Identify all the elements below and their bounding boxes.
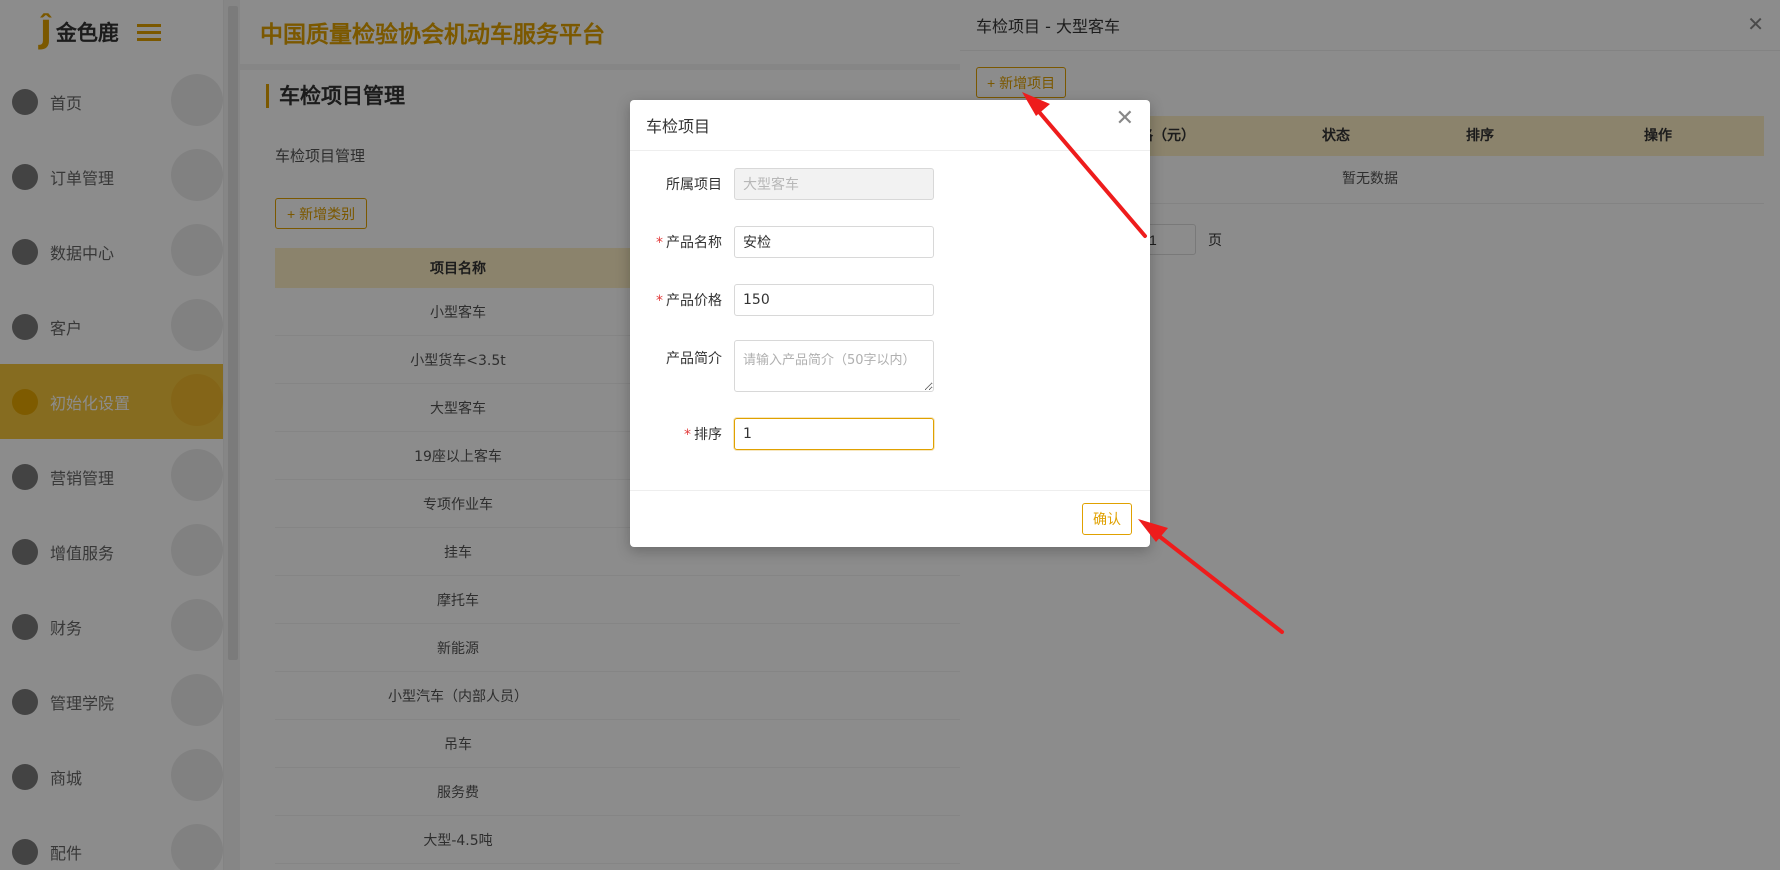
- required-mark: *: [656, 293, 663, 309]
- sort-input[interactable]: [734, 418, 934, 450]
- modal-header: 车检项目: [630, 100, 1150, 151]
- modal-title: 车检项目: [646, 117, 711, 136]
- product-name-input[interactable]: [734, 226, 934, 258]
- form-row-name: * 产品名称: [630, 226, 1150, 258]
- product-name-label: * 产品名称: [656, 235, 722, 251]
- confirm-button[interactable]: 确认: [1082, 503, 1132, 535]
- form-row-price: * 产品价格: [630, 284, 1150, 316]
- modal-footer: 确认: [630, 490, 1150, 547]
- form-row-category: 所属项目: [630, 168, 1150, 200]
- project-modal: 车检项目 ✕ 所属项目 *产品名称 *产品价格 产品简介 *排序 确认: [630, 100, 1150, 547]
- product-price-input[interactable]: [734, 284, 934, 316]
- form-row-sort: * 排序: [630, 418, 1150, 450]
- required-mark: *: [656, 235, 663, 251]
- product-price-label: * 产品价格: [656, 293, 722, 309]
- sort-label: * 排序: [684, 427, 722, 443]
- form-row-description: 产品简介: [630, 340, 1150, 392]
- product-description-label: 产品简介: [666, 351, 722, 367]
- required-mark: *: [684, 427, 691, 443]
- category-label: 所属项目: [666, 177, 722, 193]
- product-description-textarea[interactable]: [734, 340, 934, 392]
- category-input: [734, 168, 934, 200]
- modal-close-icon[interactable]: ✕: [1116, 108, 1134, 130]
